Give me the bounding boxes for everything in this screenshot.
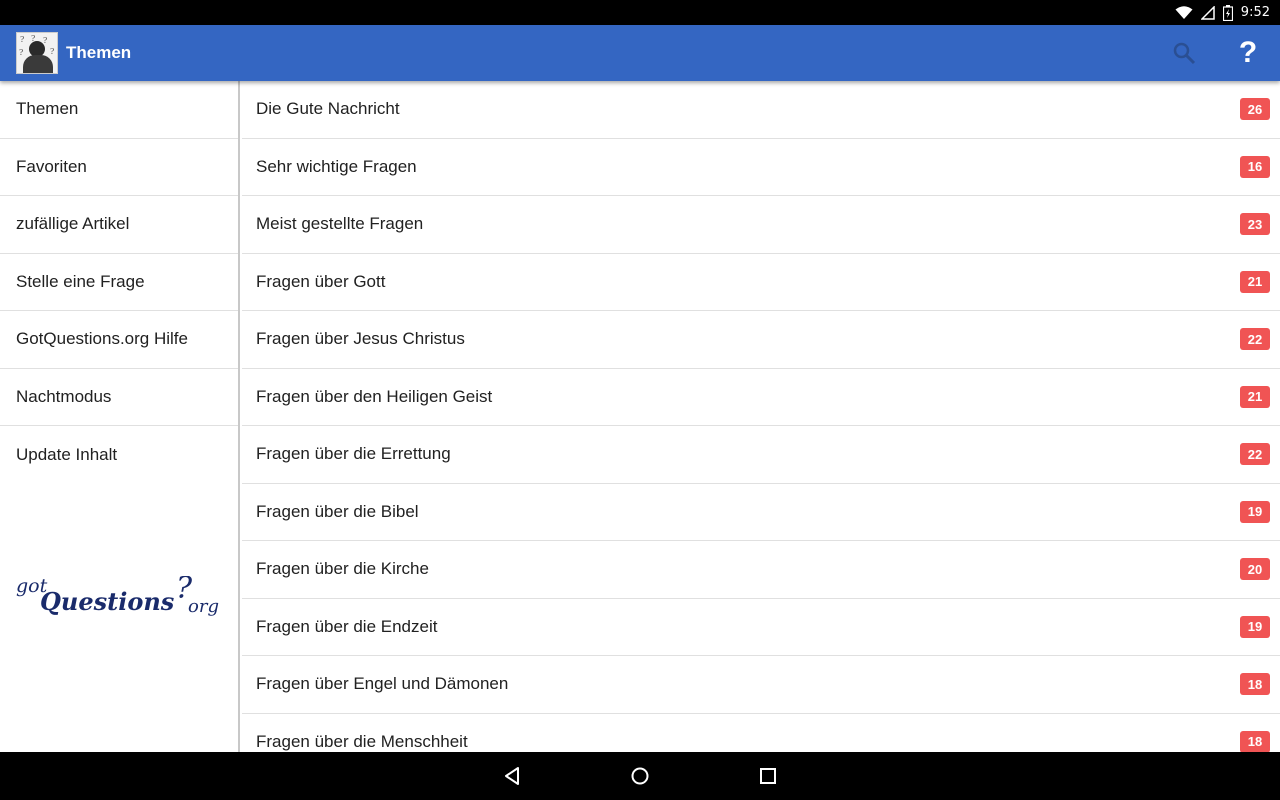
search-button[interactable] (1152, 25, 1216, 81)
count-badge: 22 (1240, 443, 1270, 466)
topic-label: Fragen über die Menschheit (256, 731, 468, 751)
list-item[interactable]: Fragen über den Heiligen Geist 21 (242, 369, 1280, 426)
list-item[interactable]: Meist gestellte Fragen 23 (242, 196, 1280, 254)
list-item[interactable]: Fragen über die Kirche 20 (242, 541, 1280, 599)
topic-list: Die Gute Nachricht 26 Sehr wichtige Frag… (242, 81, 1280, 752)
sidebar-item-update-content[interactable]: Update Inhalt (0, 426, 238, 484)
sidebar-item-help[interactable]: GotQuestions.org Hilfe (0, 311, 238, 369)
system-nav-bar (0, 752, 1280, 800)
list-item[interactable]: Fragen über Gott 21 (242, 254, 1280, 311)
topic-label: Meist gestellte Fragen (256, 214, 424, 234)
count-badge: 23 (1240, 213, 1270, 236)
recents-icon (760, 768, 776, 784)
back-button[interactable] (498, 762, 526, 790)
sidebar-item-favoriten[interactable]: Favoriten (0, 139, 238, 196)
list-item[interactable]: Fragen über Engel und Dämonen 18 (242, 656, 1280, 714)
sidebar: Themen Favoriten zufällige Artikel Stell… (0, 81, 240, 752)
home-icon (631, 767, 649, 785)
app-title: Themen (66, 43, 132, 62)
sidebar-item-night-mode[interactable]: Nachtmodus (0, 369, 238, 426)
topic-label: Fragen über Jesus Christus (256, 329, 465, 349)
back-icon (505, 767, 519, 785)
list-item[interactable]: Fragen über die Errettung 22 (242, 426, 1280, 484)
sidebar-item-ask-question[interactable]: Stelle eine Frage (0, 254, 238, 311)
topic-label: Die Gute Nachricht (256, 99, 400, 119)
list-item[interactable]: Fragen über Jesus Christus 22 (242, 311, 1280, 369)
list-item[interactable]: Fragen über die Endzeit 19 (242, 599, 1280, 656)
sidebar-item-themen[interactable]: Themen (0, 81, 238, 139)
help-button[interactable]: ? (1216, 25, 1280, 81)
gotquestions-logo: got Questions ? org (16, 576, 219, 617)
count-badge: 18 (1240, 673, 1270, 696)
help-icon: ? (1238, 36, 1258, 69)
count-badge: 19 (1240, 500, 1270, 523)
topic-label: Fragen über die Kirche (256, 559, 429, 579)
count-badge: 21 (1240, 270, 1270, 293)
count-badge: 18 (1240, 730, 1270, 752)
list-item[interactable]: Fragen über die Bibel 19 (242, 484, 1280, 541)
topic-label: Fragen über die Errettung (256, 444, 451, 464)
app-logo-icon[interactable]: ? ? ? ? ? (16, 32, 58, 74)
wifi-icon (1175, 5, 1193, 19)
svg-text:Questions: Questions (40, 587, 175, 616)
count-badge: 26 (1240, 98, 1270, 121)
home-button[interactable] (626, 762, 654, 790)
topic-label: Fragen über Gott (256, 271, 386, 291)
recents-button[interactable] (754, 762, 782, 790)
battery-icon (1222, 4, 1233, 21)
signal-icon (1200, 5, 1215, 20)
status-time: 9:52 (1240, 5, 1270, 20)
count-badge: 19 (1240, 615, 1270, 638)
status-bar: 9:52 (0, 0, 1280, 25)
list-item[interactable]: Die Gute Nachricht 26 (242, 81, 1280, 139)
list-item[interactable]: Fragen über die Menschheit 18 (242, 714, 1280, 752)
sidebar-item-random-articles[interactable]: zufällige Artikel (0, 196, 238, 254)
topic-label: Sehr wichtige Fragen (256, 156, 417, 176)
count-badge: 22 (1240, 328, 1270, 351)
count-badge: 20 (1240, 558, 1270, 581)
count-badge: 21 (1240, 385, 1270, 408)
topic-label: Fragen über Engel und Dämonen (256, 674, 509, 694)
count-badge: 16 (1240, 155, 1270, 178)
svg-text:org: org (188, 596, 219, 617)
list-item[interactable]: Sehr wichtige Fragen 16 (242, 139, 1280, 196)
topic-label: Fragen über die Endzeit (256, 616, 438, 636)
topic-label: Fragen über die Bibel (256, 501, 419, 521)
topic-label: Fragen über den Heiligen Geist (256, 386, 493, 406)
app-bar: ? ? ? ? ? Themen ? (0, 25, 1280, 81)
search-icon (1173, 42, 1196, 65)
